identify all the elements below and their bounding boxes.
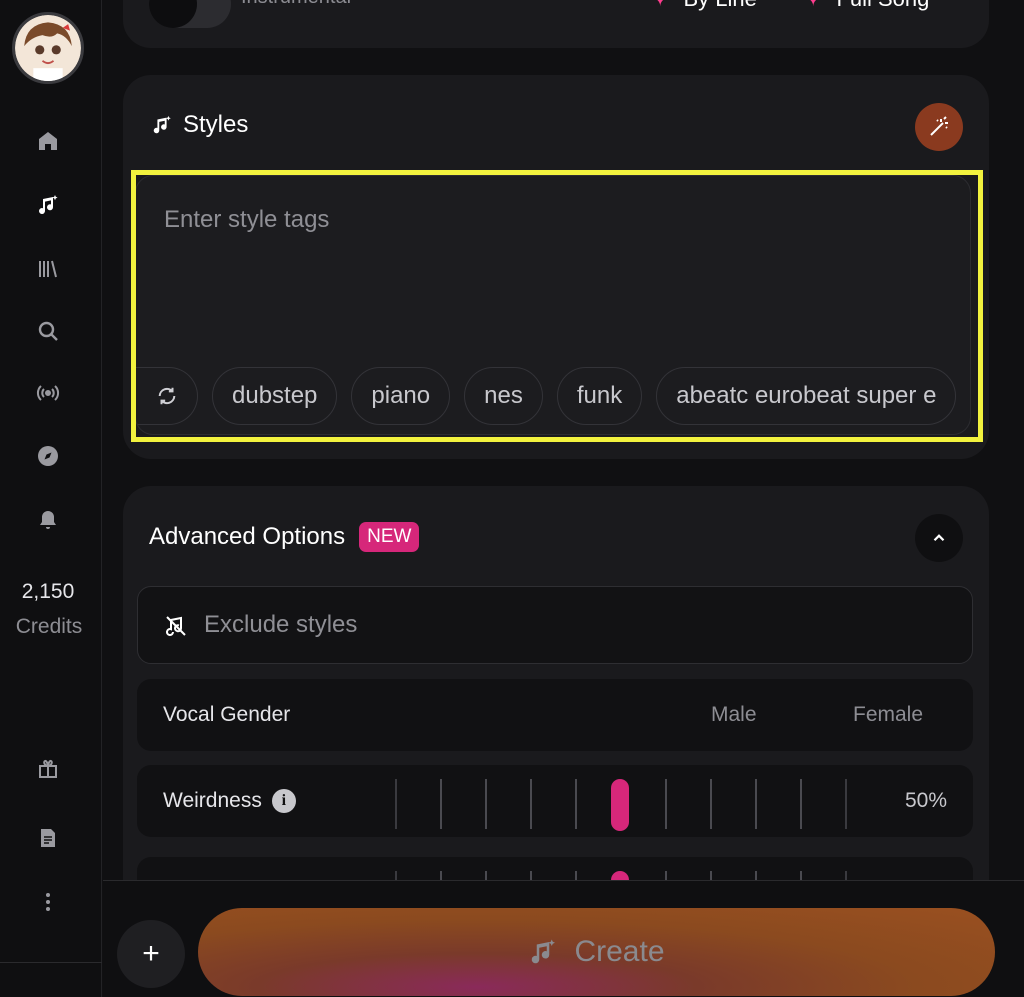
new-badge: NEW (359, 522, 420, 552)
advanced-options-card: Advanced Options NEW Vocal Gender Male F… (123, 486, 989, 923)
avatar[interactable] (12, 12, 84, 84)
main-panel: Instrumental ✦ By Line ✦ Full Song Style… (103, 0, 1024, 997)
slider-tick (800, 779, 802, 829)
slider-tick (845, 779, 847, 829)
bell-icon[interactable] (33, 505, 63, 535)
exclude-music-icon (166, 616, 186, 636)
instrumental-toggle[interactable] (149, 0, 231, 28)
slider-tick (575, 779, 577, 829)
style-tag[interactable]: dubstep (212, 367, 338, 425)
weirdness-label-group: Weirdness i (163, 789, 296, 813)
toggle-knob (149, 0, 197, 28)
suggested-tags: dubstep piano nes funk abeatc eurobeat s… (136, 366, 970, 426)
create-button[interactable]: Create (198, 908, 995, 996)
create-music-icon (532, 939, 556, 964)
avatar-image (15, 15, 81, 81)
credits-value: 2,150 (21, 580, 75, 603)
weirdness-label: Weirdness (163, 789, 262, 812)
female-option[interactable]: Female (853, 703, 923, 727)
sparkle-icon: ✦ (651, 0, 669, 10)
magic-wand-icon (930, 116, 948, 136)
weirdness-value: 50% (904, 789, 947, 812)
advanced-options-title: Advanced Options (149, 523, 346, 550)
full-song-label: Full Song (836, 0, 929, 12)
vocal-gender-label: Vocal Gender (163, 703, 291, 726)
gift-icon[interactable] (33, 754, 63, 784)
home-icon[interactable] (33, 126, 63, 156)
explore-icon[interactable] (33, 441, 63, 471)
document-icon[interactable] (33, 823, 63, 853)
advanced-options-heading: Advanced Options NEW (149, 522, 420, 552)
sidebar-divider (0, 962, 102, 963)
collapse-button[interactable] (915, 514, 963, 562)
slider-tick (755, 779, 757, 829)
by-line-label: By Line (683, 0, 756, 12)
slider-tick (440, 779, 442, 829)
styles-title: Styles (183, 111, 249, 138)
create-bar: + Create (103, 880, 1024, 997)
lyrics-mode-card: Instrumental ✦ By Line ✦ Full Song (123, 0, 989, 48)
info-icon[interactable]: i (271, 789, 296, 813)
create-label: Create (574, 935, 665, 968)
credits-label: Credits (15, 615, 83, 638)
weirdness-row: Weirdness i 50% (137, 765, 973, 837)
create-music-icon[interactable] (33, 190, 63, 220)
style-tag[interactable]: abeatc eurobeat super e (656, 367, 957, 425)
music-sparkle-icon (153, 115, 171, 134)
exclude-styles-input[interactable] (204, 611, 904, 639)
weirdness-slider[interactable] (395, 779, 865, 831)
search-icon[interactable] (33, 316, 63, 346)
vocal-gender-row: Vocal Gender Male Female (137, 679, 973, 751)
instrumental-label: Instrumental (241, 0, 351, 9)
style-tags-box: dubstep piano nes funk abeatc eurobeat s… (135, 175, 971, 435)
chevron-up-icon (933, 534, 945, 542)
style-tag[interactable]: funk (556, 367, 643, 425)
styles-heading: Styles (151, 111, 248, 139)
slider-thumb[interactable] (611, 779, 629, 831)
male-option[interactable]: Male (711, 703, 757, 727)
style-tag[interactable]: piano (351, 367, 451, 425)
refresh-icon (158, 387, 175, 405)
refresh-tags-button[interactable] (136, 367, 198, 425)
full-song-button[interactable]: ✦ Full Song (804, 0, 929, 12)
slider-tick (485, 779, 487, 829)
more-icon[interactable] (33, 887, 63, 917)
by-line-button[interactable]: ✦ By Line (651, 0, 757, 12)
slider-tick (710, 779, 712, 829)
slider-tick (665, 779, 667, 829)
library-icon[interactable] (33, 254, 63, 284)
sidebar: 2,150 Credits (0, 0, 102, 997)
style-tags-input[interactable] (164, 206, 924, 234)
add-button[interactable]: + (117, 920, 185, 988)
sparkle-icon: ✦ (804, 0, 822, 10)
magic-wand-button[interactable] (915, 103, 963, 151)
styles-card: Styles dubstep piano nes funk abeatc eur… (123, 75, 989, 459)
exclude-styles-field (137, 586, 973, 664)
radio-icon[interactable] (33, 378, 63, 408)
slider-tick (395, 779, 397, 829)
slider-tick (530, 779, 532, 829)
style-tag[interactable]: nes (464, 367, 543, 425)
